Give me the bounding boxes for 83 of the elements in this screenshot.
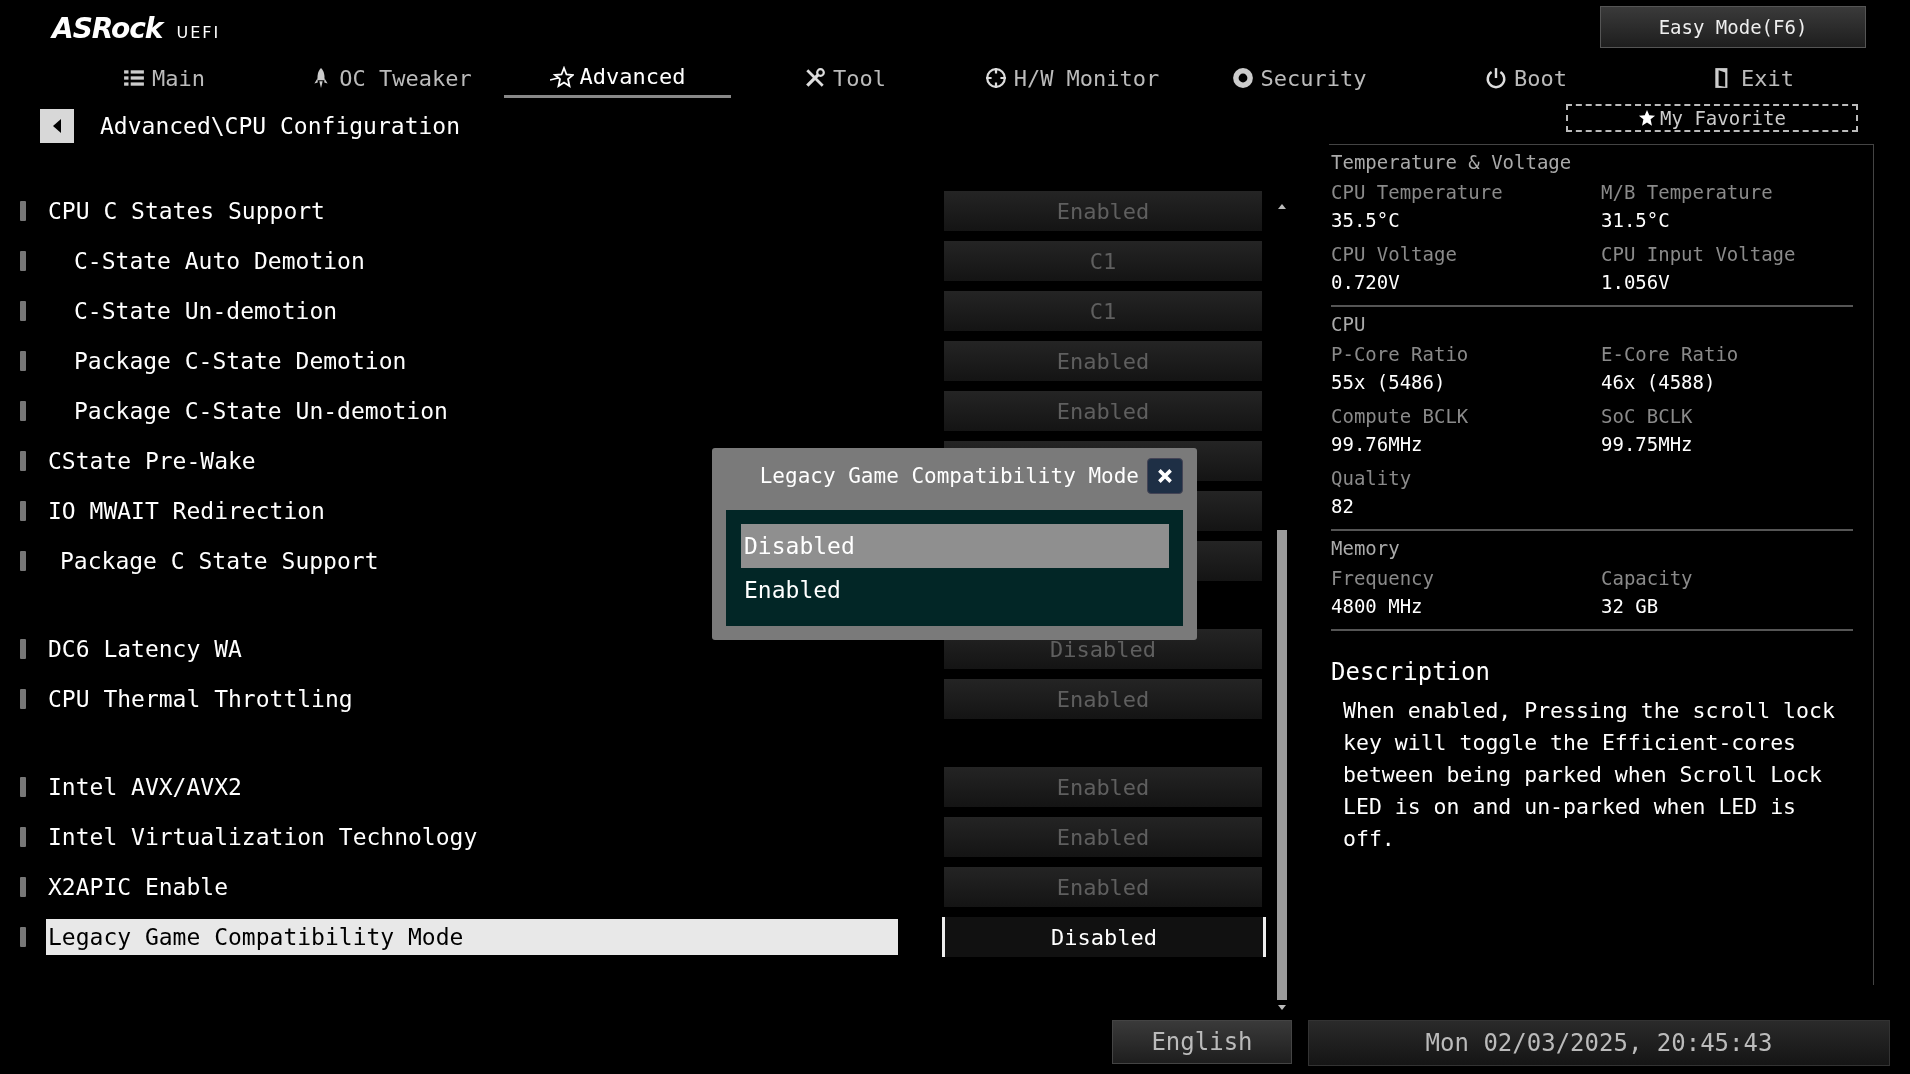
metric-label: CPU Temperature <box>1331 180 1504 205</box>
scroll-up-icon[interactable] <box>1277 202 1287 210</box>
metric-label: CPU Voltage <box>1331 242 1458 267</box>
back-button[interactable] <box>40 109 74 143</box>
metric-value: 31.5°C <box>1601 208 1671 233</box>
row-marker <box>20 251 26 271</box>
dialog-title: Legacy Game Compatibility Mode <box>759 464 1139 488</box>
nav-tab[interactable]: Boot <box>1412 58 1639 98</box>
power-icon <box>1484 67 1508 89</box>
row-marker <box>20 351 26 371</box>
setting-label[interactable]: Package C-State Un-demotion <box>46 393 898 429</box>
row-marker <box>20 877 26 897</box>
row-marker <box>20 689 26 709</box>
list-icon <box>122 67 146 89</box>
nav-tab[interactable]: Advanced <box>504 58 731 98</box>
row-marker <box>20 301 26 321</box>
metric-value: 35.5°C <box>1331 208 1401 233</box>
star-icon <box>1638 109 1657 127</box>
setting-label[interactable]: CPU C States Support <box>46 193 898 229</box>
crosshair-icon <box>983 67 1008 89</box>
description-title: Description <box>1331 657 1491 688</box>
setting-label[interactable]: C-State Auto Demotion <box>46 243 898 279</box>
group-title: CPU <box>1331 312 1367 337</box>
metric-label: Capacity <box>1601 566 1694 591</box>
metric-label: SoC BCLK <box>1601 404 1694 429</box>
row-marker <box>20 827 26 847</box>
row-marker <box>20 401 26 421</box>
metric-value: 99.76MHz <box>1331 432 1424 457</box>
metric-value: 32 GB <box>1601 594 1660 619</box>
metric-label: E-Core Ratio <box>1601 342 1740 367</box>
metric-value: 0.720V <box>1331 270 1401 295</box>
description-text: When enabled, Pressing the scroll lock key will toggle the Efficient-cores between being parked when Scroll Lock LED is on and un-parked when LED is off. <box>1342 697 1836 853</box>
setting-label[interactable]: CPU Thermal Throttling <box>46 681 898 717</box>
badge-icon <box>1230 67 1255 89</box>
my-favorite-button[interactable]: My Favorite <box>1566 104 1858 132</box>
row-marker <box>20 639 26 659</box>
nav-tab[interactable]: Tool <box>731 58 958 98</box>
group-title: Memory <box>1331 536 1401 561</box>
row-marker <box>20 201 26 221</box>
row-marker <box>20 777 26 797</box>
dialog-option[interactable]: Enabled <box>741 568 1169 612</box>
star-icon <box>549 65 574 88</box>
brand-logo: ASRock UEFI <box>52 12 221 46</box>
metric-value: 4800 MHz <box>1331 594 1424 619</box>
row-marker <box>20 927 26 947</box>
setting-label[interactable]: Legacy Game Compatibility Mode <box>46 919 898 955</box>
nav-tab[interactable]: Main <box>50 58 277 98</box>
nav-tab[interactable]: Security <box>1185 58 1412 98</box>
setting-value[interactable]: Disabled <box>942 917 1266 957</box>
metric-label: CPU Input Voltage <box>1601 242 1797 267</box>
metric-label: P-Core Ratio <box>1331 342 1470 367</box>
group-title: Temperature & Voltage <box>1331 150 1573 175</box>
nav-tab[interactable]: OC Tweaker <box>277 58 504 98</box>
row-marker <box>20 551 26 571</box>
nav-tab[interactable]: H/W Monitor <box>958 58 1185 98</box>
tools-icon <box>803 67 827 89</box>
metric-value: 1.056V <box>1601 270 1671 295</box>
setting-label[interactable]: X2APIC Enable <box>46 869 898 905</box>
setting-label[interactable]: Intel Virtualization Technology <box>46 819 898 855</box>
language-button[interactable]: English <box>1112 1020 1292 1064</box>
metric-label: Frequency <box>1331 566 1435 591</box>
easy-mode-button[interactable]: Easy Mode(F6) <box>1600 6 1866 48</box>
metric-value: 99.75MHz <box>1601 432 1694 457</box>
scrollbar[interactable] <box>1275 202 1289 1012</box>
close-icon <box>1156 467 1174 485</box>
back-arrow-icon <box>51 118 63 134</box>
setting-label[interactable]: Package C-State Demotion <box>46 343 898 379</box>
metric-label: Compute BCLK <box>1331 404 1470 429</box>
setting-label[interactable]: DC6 Latency WA <box>46 631 898 667</box>
metric-label: Quality <box>1331 466 1413 491</box>
nav-tab[interactable]: Exit <box>1639 58 1866 98</box>
setting-label[interactable]: C-State Un-demotion <box>46 293 898 329</box>
metric-value: 82 <box>1331 494 1355 519</box>
metric-label: M/B Temperature <box>1601 180 1774 205</box>
metric-value: 55x (5486) <box>1331 370 1447 395</box>
date-time: Mon 02/03/2025, 20:45:43 <box>1308 1020 1890 1066</box>
row-marker <box>20 451 26 471</box>
row-marker <box>20 501 26 521</box>
close-button[interactable] <box>1147 458 1183 494</box>
scroll-down-icon[interactable] <box>1277 1004 1287 1012</box>
breadcrumb: Advanced\CPU Configuration <box>100 113 461 139</box>
metric-value: 46x (4588) <box>1601 370 1717 395</box>
setting-label[interactable]: Intel AVX/AVX2 <box>46 769 898 805</box>
